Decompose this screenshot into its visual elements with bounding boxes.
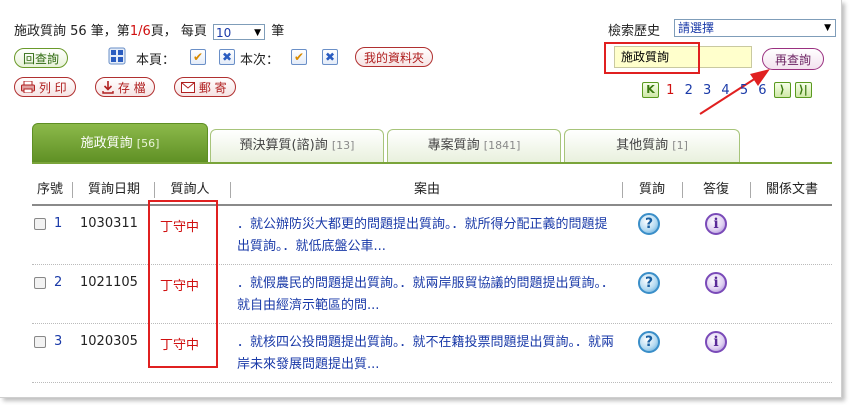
clear-page-x-icon[interactable]: ✖ (219, 49, 235, 65)
tab-special-interpellation[interactable]: 專案質詢 [1841] (387, 129, 561, 163)
printer-icon (21, 80, 35, 94)
chevron-down-icon: ▼ (254, 27, 262, 38)
last-page-button[interactable]: ⟩| (794, 82, 812, 98)
tab-label: 專案質詢 (427, 138, 480, 153)
chevron-down-icon: ▼ (824, 23, 831, 33)
question-icon[interactable]: ? (638, 213, 660, 235)
row-summary-link[interactable]: ．就假農民的問題提出質詢。．就兩岸服貿協議的問題提出質詢。．就自由經濟示範區的問… (237, 273, 617, 317)
row-person: 丁守中 (160, 279, 200, 294)
header-divider (230, 182, 231, 198)
search-history-label: 檢索歷史 (608, 24, 661, 39)
page-link-2[interactable]: 2 (685, 83, 693, 98)
col-header-summary: 案由 (413, 182, 440, 197)
result-summary: 施政質詢 56 筆，第1/6頁， 每頁 10 ▼ 筆 (14, 20, 284, 40)
tab-policy-interpellation[interactable]: 施政質詢 [56] (32, 123, 208, 163)
row-date: 1020305 (80, 334, 138, 349)
this-page-label: 本頁： (136, 53, 176, 68)
page-link-6[interactable]: 6 (758, 83, 766, 98)
per-page-value: 10 (216, 25, 232, 40)
summary-page-suffix: 頁， 每頁 (150, 24, 207, 39)
col-header-date: 質詢日期 (87, 182, 140, 197)
header-divider (72, 182, 73, 198)
search-history-value: 請選擇 (678, 21, 715, 35)
summary-unit: 筆 (271, 24, 285, 39)
row-number-link[interactable]: 2 (54, 275, 62, 290)
print-button[interactable]: 列 印 (14, 77, 76, 97)
row-checkbox[interactable] (34, 277, 46, 289)
my-folder-button[interactable]: 我的資料夾 (355, 47, 434, 67)
download-icon (102, 81, 114, 94)
header-divider (682, 182, 683, 198)
row-checkbox[interactable] (34, 218, 46, 230)
tab-count: [1841] (483, 139, 521, 152)
col-header-question: 質詢 (638, 182, 665, 197)
row-number-link[interactable]: 1 (54, 216, 62, 231)
tab-label: 預決算質(諮)詢 (239, 138, 328, 153)
first-page-button[interactable]: K (642, 82, 659, 98)
tab-budget-interpellation[interactable]: 預決算質(諮)詢 [13] (210, 129, 384, 163)
select-all-check-icon[interactable]: ✔ (291, 49, 307, 65)
col-header-reply: 答復 (702, 182, 729, 197)
this-time-label: 本次： (240, 53, 280, 68)
tab-other-interpellation[interactable]: 其他質詢 [1] (564, 129, 740, 163)
col-header-no: 序號 (36, 182, 63, 197)
table-row: 2 1021105 丁守中 ．就假農民的問題提出質詢。．就兩岸服貿協議的問題提出… (32, 265, 832, 324)
summary-page-total: 6 (142, 24, 151, 39)
pagination: K 1 2 3 4 5 6 ⟩ ⟩| (642, 82, 812, 98)
page-link-3[interactable]: 3 (703, 83, 711, 98)
info-icon[interactable]: i (705, 272, 727, 294)
save-button[interactable]: 存 檔 (95, 77, 155, 97)
select-page-check-icon[interactable]: ✔ (190, 49, 206, 65)
summary-prefix: 施政質詢 56 筆，第 (14, 24, 130, 39)
search-history-select[interactable]: 請選擇 ▼ (674, 19, 836, 37)
page-link-4[interactable]: 4 (721, 83, 729, 98)
tab-count: [56] (136, 137, 160, 150)
row-summary-link[interactable]: ．就核四公投問題提出質詢。．就不在籍投票問題提出質詢。．就兩岸未來發展問題提出質… (237, 332, 617, 376)
save-label: 存 檔 (117, 81, 146, 95)
tab-label: 施政質詢 (80, 136, 133, 151)
page-link-5[interactable]: 5 (740, 83, 748, 98)
tab-count: [1] (672, 139, 688, 152)
envelope-icon (181, 82, 195, 93)
next-page-button[interactable]: ⟩ (773, 82, 791, 98)
back-to-query-button[interactable]: 回查詢 (14, 48, 69, 68)
query-results-panel: 施政質詢 56 筆，第1/6頁， 每頁 10 ▼ 筆 回查詢 本頁： ✔ ✖ 本次… (0, 0, 842, 398)
row-person: 丁守中 (160, 338, 200, 353)
row-date: 1030311 (80, 216, 138, 231)
clear-all-x-icon[interactable]: ✖ (322, 49, 338, 65)
per-page-select[interactable]: 10 ▼ (213, 23, 266, 40)
question-icon[interactable]: ? (638, 331, 660, 353)
col-header-related-docs: 關係文書 (765, 182, 818, 197)
row-person: 丁守中 (160, 220, 200, 235)
row-number-link[interactable]: 3 (54, 334, 62, 349)
table-header: 序號 質詢日期 質詢人 案由 質詢 答復 關係文書 (32, 178, 832, 206)
tab-divider (32, 162, 832, 164)
table-row: 3 1020305 丁守中 ．就核四公投問題提出質詢。．就不在籍投票問題提出質詢… (32, 324, 832, 383)
tab-label: 其他質詢 (616, 138, 669, 153)
mail-label: 郵 寄 (198, 81, 227, 95)
tab-count: [13] (331, 139, 355, 152)
mail-button[interactable]: 郵 寄 (174, 77, 236, 97)
page-link-1[interactable]: 1 (666, 83, 674, 98)
info-icon[interactable]: i (705, 331, 727, 353)
print-label: 列 印 (38, 81, 67, 95)
header-divider (622, 182, 623, 198)
grid-view-icon[interactable] (108, 47, 126, 65)
table-row: 1 1030311 丁守中 ．就公辦防災大都更的問題提出質詢。．就所得分配正義的… (32, 206, 832, 265)
header-divider (154, 182, 155, 198)
row-checkbox[interactable] (34, 336, 46, 348)
question-icon[interactable]: ? (638, 272, 660, 294)
row-summary-link[interactable]: ．就公辦防災大都更的問題提出質詢。．就所得分配正義的問題提出質詢。．就低底盤公車… (237, 214, 617, 258)
row-date: 1021105 (80, 275, 138, 290)
info-icon[interactable]: i (705, 213, 727, 235)
header-divider (750, 182, 751, 198)
summary-page-current: 1 (129, 24, 139, 39)
col-header-person: 質詢人 (170, 182, 210, 197)
